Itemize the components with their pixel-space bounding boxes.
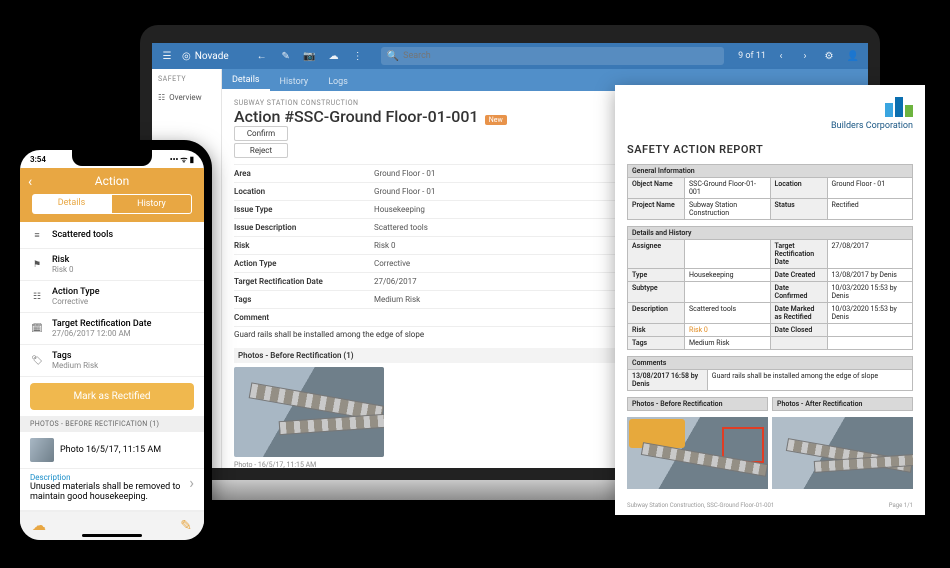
phone-tabs: Details History bbox=[20, 194, 204, 222]
search-icon: 🔍 bbox=[387, 51, 399, 62]
sidebar-item-overview[interactable]: ☷ Overview bbox=[152, 89, 221, 106]
tag-icon: 🏷 bbox=[30, 354, 44, 368]
tab-history[interactable]: History bbox=[270, 73, 319, 91]
comments-table: Comments 13/08/2017 16:58 by DenisGuard … bbox=[627, 356, 913, 391]
description-row[interactable]: › Description Unused materials shall be … bbox=[20, 469, 204, 510]
search-bar[interactable]: 🔍 bbox=[381, 47, 724, 65]
settings-icon[interactable]: ⚙ bbox=[820, 47, 838, 65]
edit-icon[interactable]: ✎ bbox=[277, 47, 295, 65]
item-scattered[interactable]: ≡Scattered tools bbox=[20, 222, 204, 249]
photo-before-thumb[interactable] bbox=[234, 367, 384, 457]
tab-logs[interactable]: Logs bbox=[318, 73, 358, 91]
camera-icon[interactable]: 📷 bbox=[301, 47, 319, 65]
chevron-right-icon: › bbox=[189, 473, 194, 492]
report-footer: Subway Station Construction, SSC-Ground … bbox=[627, 502, 913, 509]
phone-tab-history[interactable]: History bbox=[111, 194, 192, 214]
report-photo-before bbox=[627, 417, 768, 489]
phone-mockup: 3:54 ••• ᯤ ▮ ‹ Action Details History ≡S… bbox=[12, 140, 212, 550]
photo-thumb bbox=[30, 438, 54, 462]
list-icon: ≡ bbox=[30, 228, 44, 242]
confirm-button[interactable]: Confirm bbox=[234, 126, 288, 141]
cloud-upload-icon[interactable]: ☁ bbox=[32, 518, 46, 534]
edit-icon[interactable]: ✎ bbox=[180, 518, 192, 534]
brand-name: Novade bbox=[195, 51, 229, 62]
action-title: Action #SSC-Ground Floor-01-001 bbox=[234, 107, 479, 126]
phone-title: Action bbox=[95, 174, 129, 188]
report-title: SAFETY ACTION REPORT bbox=[627, 143, 913, 156]
status-badge: New bbox=[485, 115, 507, 125]
home-indicator bbox=[82, 534, 142, 537]
calendar-icon: 🗓 bbox=[30, 322, 44, 336]
risk-icon: ⚑ bbox=[30, 258, 44, 272]
photos-before-header: PHOTOS - BEFORE RECTIFICATION (1) bbox=[20, 416, 204, 432]
next-icon[interactable]: › bbox=[796, 47, 814, 65]
brand-logo-icon: ◎ bbox=[182, 51, 191, 62]
back-icon[interactable]: ← bbox=[253, 47, 271, 65]
general-info-table: General Information Object NameSSC-Groun… bbox=[627, 164, 913, 220]
sidebar-heading: SAFETY bbox=[152, 69, 221, 89]
phone-notch bbox=[72, 150, 152, 166]
user-icon[interactable]: 👤 bbox=[844, 47, 862, 65]
upload-icon[interactable]: ☁ bbox=[325, 47, 343, 65]
report-page: Builders Corporation SAFETY ACTION REPOR… bbox=[615, 85, 925, 515]
menu-icon[interactable]: ☰ bbox=[158, 47, 176, 65]
photo-before-row[interactable]: Photo 16/5/17, 11:15 AM bbox=[20, 432, 204, 469]
brand: ◎ Novade bbox=[182, 51, 229, 62]
item-risk[interactable]: ⚑RiskRisk 0 bbox=[20, 249, 204, 281]
phone-time: 3:54 bbox=[30, 155, 46, 164]
corp-name: Builders Corporation bbox=[627, 121, 913, 131]
more-icon[interactable]: ⋮ bbox=[349, 47, 367, 65]
type-icon: ☷ bbox=[30, 290, 44, 304]
prev-icon[interactable]: ‹ bbox=[772, 47, 790, 65]
pager-label: 9 of 11 bbox=[738, 51, 766, 61]
overview-icon: ☷ bbox=[158, 93, 165, 102]
report-logo: Builders Corporation bbox=[627, 97, 913, 131]
item-action-type[interactable]: ☷Action TypeCorrective bbox=[20, 281, 204, 313]
phone-tab-details[interactable]: Details bbox=[32, 194, 111, 214]
item-target-date[interactable]: 🗓Target Rectification Date27/06/2017 12:… bbox=[20, 313, 204, 345]
details-history-table: Details and History AssigneeTarget Recti… bbox=[627, 226, 913, 350]
phone-header: ‹ Action bbox=[20, 168, 204, 194]
phone-status-icons: ••• ᯤ ▮ bbox=[170, 154, 194, 165]
item-tags[interactable]: 🏷TagsMedium Risk bbox=[20, 345, 204, 377]
back-icon[interactable]: ‹ bbox=[28, 174, 32, 190]
mark-rectified-button[interactable]: Mark as Rectified bbox=[30, 383, 194, 410]
reject-button[interactable]: Reject bbox=[234, 143, 288, 158]
tab-details[interactable]: Details bbox=[222, 71, 270, 91]
report-photo-after bbox=[772, 417, 913, 489]
app-topbar: ☰ ◎ Novade ← ✎ 📷 ☁ ⋮ 🔍 9 of 11 ‹ › ⚙ 👤 bbox=[152, 43, 868, 69]
search-input[interactable] bbox=[403, 51, 718, 61]
